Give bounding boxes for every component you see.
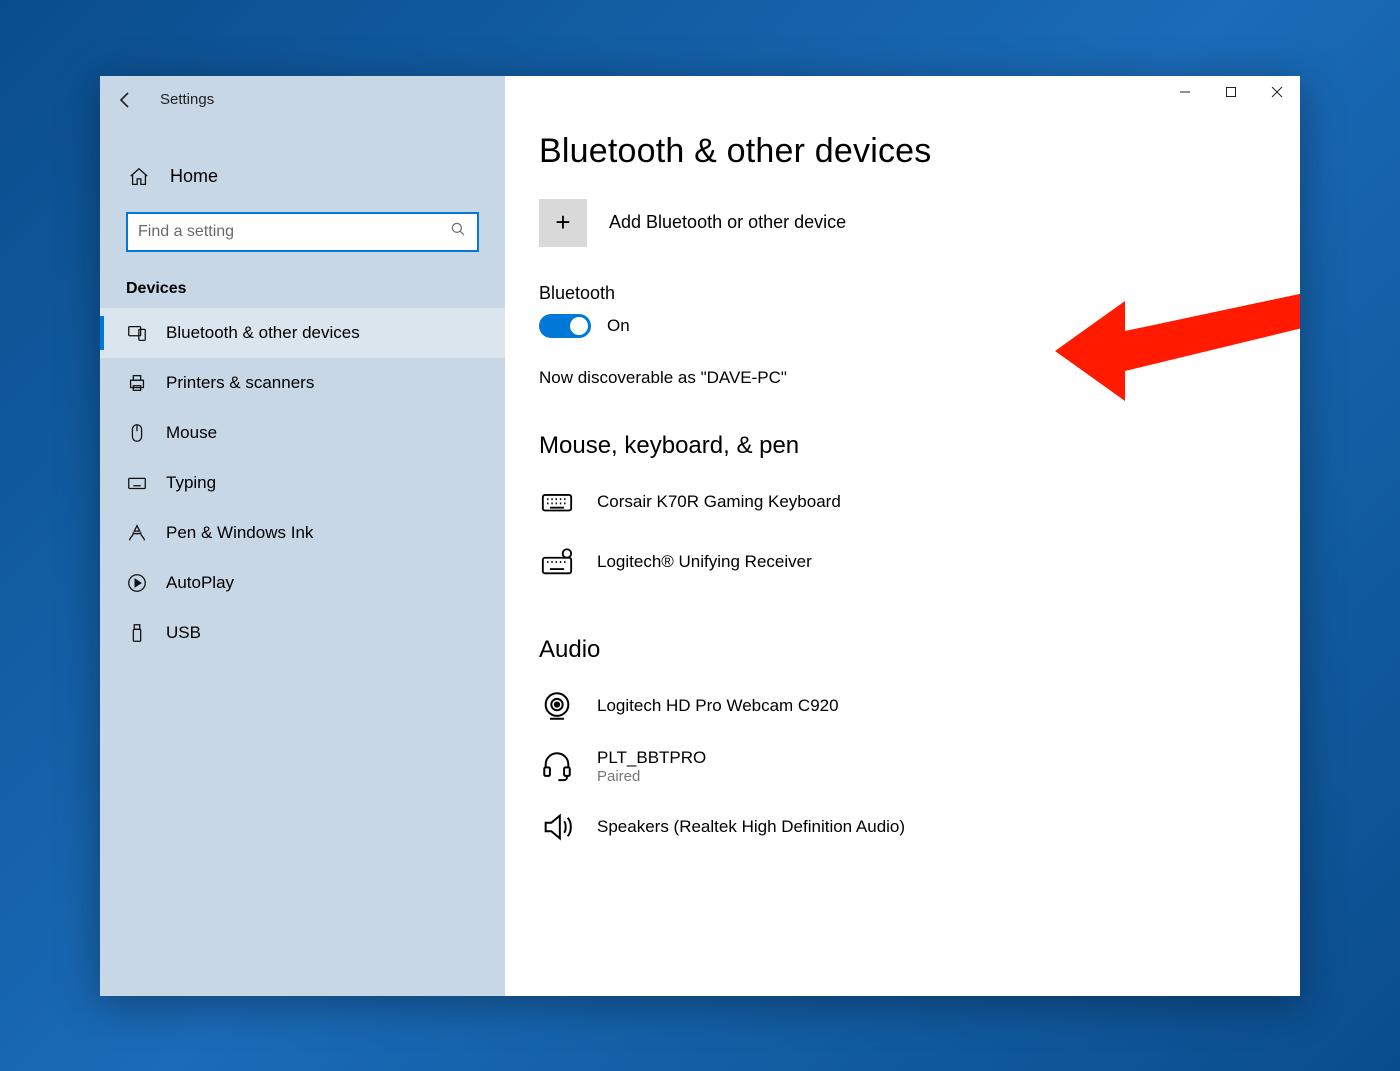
settings-window: Settings Home Devices Bluetooth & oth	[100, 76, 1300, 996]
device-name: Corsair K70R Gaming Keyboard	[597, 492, 841, 512]
sidebar-item-autoplay[interactable]: AutoPlay	[100, 558, 505, 608]
pen-icon	[126, 522, 148, 544]
nav-list: Bluetooth & other devices Printers & sca…	[100, 308, 505, 658]
keyboard-icon	[126, 472, 148, 494]
minimize-button[interactable]	[1162, 76, 1208, 108]
sidebar-top: Settings	[100, 76, 505, 124]
autoplay-icon	[126, 572, 148, 594]
keyboard-icon	[539, 484, 575, 520]
search-icon	[449, 220, 467, 243]
device-name: PLT_BBTPRO	[597, 748, 706, 768]
sidebar-item-label: Bluetooth & other devices	[166, 323, 360, 343]
sidebar-item-label: USB	[166, 623, 201, 643]
sidebar-item-label: Typing	[166, 473, 216, 493]
bluetooth-label: Bluetooth	[505, 283, 1300, 304]
back-button[interactable]	[114, 88, 138, 112]
sidebar-home[interactable]: Home	[100, 152, 505, 202]
group-title-mouse-keyboard: Mouse, keyboard, & pen	[505, 388, 1300, 472]
app-title: Settings	[160, 91, 214, 108]
search-wrap	[100, 202, 505, 252]
sidebar-item-bluetooth[interactable]: Bluetooth & other devices	[100, 308, 505, 358]
sidebar-item-label: Printers & scanners	[166, 373, 314, 393]
sidebar-item-label: AutoPlay	[166, 573, 234, 593]
window-controls	[1162, 76, 1300, 108]
sidebar-item-usb[interactable]: USB	[100, 608, 505, 658]
discoverable-text: Now discoverable as "DAVE-PC"	[505, 358, 1300, 388]
device-name: Speakers (Realtek High Definition Audio)	[597, 817, 905, 837]
bluetooth-toggle[interactable]	[539, 314, 591, 338]
sidebar-item-typing[interactable]: Typing	[100, 458, 505, 508]
device-row[interactable]: Logitech HD Pro Webcam C920	[505, 676, 1300, 736]
usb-icon	[126, 622, 148, 644]
device-row[interactable]: Speakers (Realtek High Definition Audio)	[505, 797, 1300, 857]
keyboard-dongle-icon	[539, 544, 575, 580]
mouse-icon	[126, 422, 148, 444]
devices-icon	[126, 322, 148, 344]
maximize-button[interactable]	[1208, 76, 1254, 108]
headset-icon	[539, 748, 575, 784]
sidebar-item-label: Mouse	[166, 423, 217, 443]
add-device-button[interactable]: + Add Bluetooth or other device	[505, 199, 1300, 247]
device-name: Logitech® Unifying Receiver	[597, 552, 812, 572]
device-status: Paired	[597, 768, 706, 785]
sidebar: Settings Home Devices Bluetooth & oth	[100, 76, 505, 996]
sidebar-item-pen[interactable]: Pen & Windows Ink	[100, 508, 505, 558]
sidebar-section-title: Devices	[100, 252, 505, 308]
device-row[interactable]: Logitech® Unifying Receiver	[505, 532, 1300, 592]
group-title-audio: Audio	[505, 592, 1300, 676]
search-box[interactable]	[126, 212, 479, 252]
sidebar-item-mouse[interactable]: Mouse	[100, 408, 505, 458]
plus-icon: +	[539, 199, 587, 247]
sidebar-item-label: Pen & Windows Ink	[166, 523, 313, 543]
device-row[interactable]: Corsair K70R Gaming Keyboard	[505, 472, 1300, 532]
add-device-label: Add Bluetooth or other device	[609, 212, 846, 233]
sidebar-item-printers[interactable]: Printers & scanners	[100, 358, 505, 408]
close-button[interactable]	[1254, 76, 1300, 108]
webcam-icon	[539, 688, 575, 724]
printer-icon	[126, 372, 148, 394]
device-name: Logitech HD Pro Webcam C920	[597, 696, 839, 716]
device-row[interactable]: PLT_BBTPRO Paired	[505, 736, 1300, 797]
bluetooth-toggle-row: On	[505, 314, 1300, 338]
bluetooth-toggle-state: On	[607, 316, 630, 336]
home-label: Home	[170, 166, 218, 187]
speaker-icon	[539, 809, 575, 845]
search-input[interactable]	[138, 223, 449, 241]
main-panel: Bluetooth & other devices + Add Bluetoot…	[505, 76, 1300, 996]
home-icon	[128, 166, 150, 188]
